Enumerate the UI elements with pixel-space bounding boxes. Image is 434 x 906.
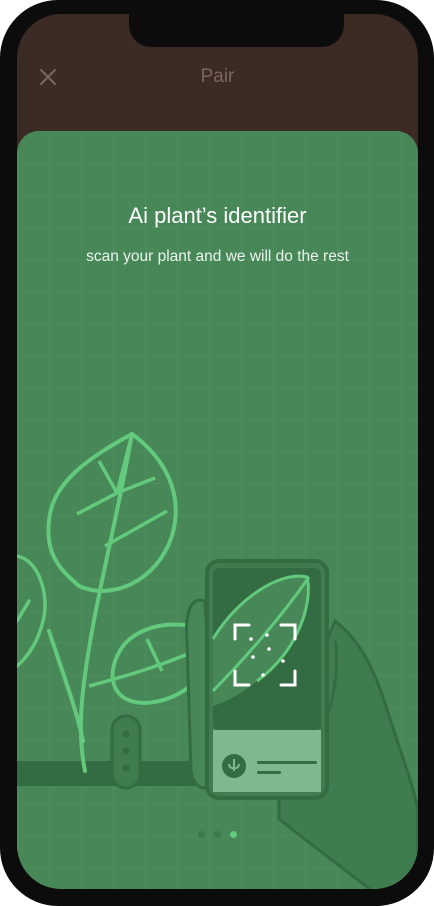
ground-shadow <box>17 761 201 786</box>
page-title: Pair <box>200 66 235 87</box>
top-nav-bar: Pair <box>17 58 418 104</box>
onboarding-card: Ai plant’s identifier scan your plant an… <box>17 131 418 889</box>
plant-scan-illustration <box>17 432 418 889</box>
page-dot-2[interactable] <box>214 831 221 838</box>
big-leaf-outline <box>46 432 178 593</box>
app-screen: Pair Ai plant’s identifier scan your pla… <box>17 14 418 889</box>
phone-frame: Pair Ai plant’s identifier scan your pla… <box>0 0 434 906</box>
device-notch <box>129 14 344 47</box>
page-dot-1[interactable] <box>198 831 205 838</box>
page-indicator <box>17 831 418 838</box>
page-dot-3[interactable] <box>230 831 237 838</box>
